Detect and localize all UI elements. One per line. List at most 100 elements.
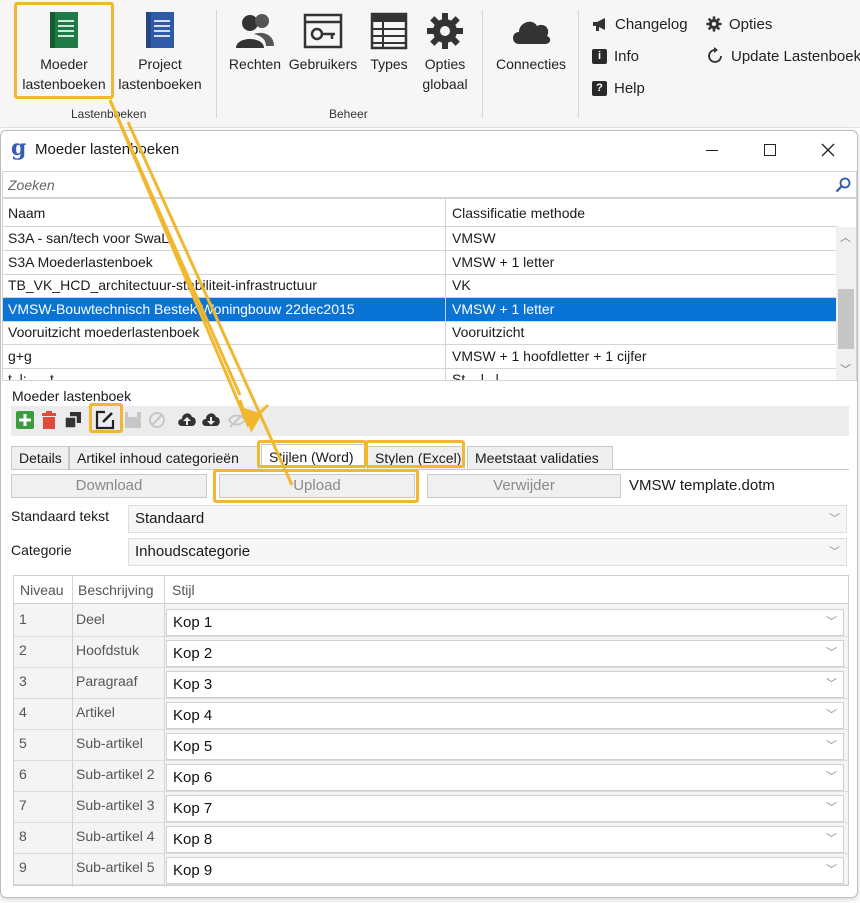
level-beschrijving: Sub-artikel 4: [76, 828, 155, 844]
tab-meetstaat-validaties[interactable]: Meetstaat validaties: [467, 446, 613, 470]
download-button[interactable]: Download: [11, 474, 207, 498]
level-beschrijving: Hoofdstuk: [76, 642, 140, 658]
cell-classificatie: VMSW + 1 letter: [452, 253, 555, 270]
level-stijl-select[interactable]: Kop 5 ﹀: [166, 733, 844, 760]
level-stijl-select[interactable]: Kop 3 ﹀: [166, 671, 844, 698]
highlight-upload-button: [213, 469, 419, 503]
level-niveau: 9: [19, 859, 27, 875]
level-niveau: 1: [19, 611, 27, 627]
table-row[interactable]: VMSW-Bouwtechnisch Bestek Woningbouw 22d…: [3, 297, 837, 322]
close-button[interactable]: [799, 131, 857, 169]
delete-icon[interactable]: [39, 410, 59, 430]
highlight-tab-stijlen-word: [257, 440, 367, 468]
level-stijl-value: Kop 1: [173, 614, 213, 631]
level-stijl-select[interactable]: Kop 9 ﹀: [166, 857, 844, 884]
level-row: 8 Sub-artikel 4 Kop 8 ﹀: [14, 823, 848, 854]
vertical-scrollbar[interactable]: ︿ ﹀: [836, 227, 856, 380]
chevron-down-icon: ﹀: [829, 513, 840, 525]
project-lastenboeken-button[interactable]: Project lastenboeken: [112, 10, 208, 94]
project-label-1: Project: [138, 56, 182, 72]
cell-naam: t .l: .....t: [8, 371, 54, 381]
chevron-down-icon: ﹀: [826, 678, 837, 690]
level-stijl-value: Kop 4: [173, 707, 213, 724]
opties-button[interactable]: Opties: [706, 13, 772, 35]
column-header-stijl[interactable]: Stijl: [172, 582, 195, 598]
level-stijl-select[interactable]: Kop 1 ﹀: [166, 609, 844, 636]
help-button[interactable]: ? Help: [592, 77, 645, 99]
categorie-label: Categorie: [11, 542, 72, 558]
level-niveau: 7: [19, 797, 27, 813]
level-row: 3 Paragraaf Kop 3 ﹀: [14, 668, 848, 699]
categorie-value: Inhoudscategorie: [135, 543, 251, 560]
table-icon: [370, 12, 408, 50]
level-beschrijving: Sub-artikel 3: [76, 797, 155, 813]
template-filename: VMSW template.dotm: [629, 477, 775, 494]
cell-naam: g+g: [8, 347, 32, 364]
standaard-tekst-select[interactable]: Standaard ﹀: [128, 505, 847, 533]
chevron-down-icon: ﹀: [826, 616, 837, 628]
rechten-button[interactable]: Rechten: [224, 12, 286, 74]
scroll-up-icon[interactable]: ︿: [840, 229, 851, 245]
maximize-button[interactable]: [741, 131, 799, 169]
level-niveau: 2: [19, 642, 27, 658]
highlight-tab-stylen-excel: [365, 440, 465, 468]
level-stijl-select[interactable]: Kop 4 ﹀: [166, 702, 844, 729]
table-row[interactable]: Vooruitzicht moederlastenboek Vooruitzich…: [3, 321, 837, 345]
column-header-beschrijving[interactable]: Beschrijving: [78, 582, 153, 598]
help-label: Help: [614, 79, 645, 97]
upload-cloud-icon[interactable]: [177, 410, 197, 430]
table-row[interactable]: TB_VK_HCD_architectuur-stabiliteit-infra…: [3, 274, 837, 298]
table-row[interactable]: t .l: .....t St....l...l: [3, 368, 837, 381]
hide-icon: [227, 410, 247, 430]
types-label: Types: [370, 56, 408, 72]
level-stijl-select[interactable]: Kop 8 ﹀: [166, 826, 844, 853]
refresh-icon: [708, 47, 722, 63]
info-button[interactable]: i Info: [592, 45, 639, 67]
column-header-niveau[interactable]: Niveau: [20, 582, 64, 598]
download-cloud-icon[interactable]: [201, 410, 221, 430]
column-header-naam[interactable]: Naam: [5, 202, 443, 225]
search-icon[interactable]: [835, 177, 851, 193]
standaard-tekst-label: Standaard tekst: [11, 508, 110, 524]
search-input[interactable]: Zoeken: [2, 171, 857, 198]
save-icon: [123, 410, 143, 430]
level-niveau: 3: [19, 673, 27, 689]
table-row[interactable]: S3A Moederlastenboek VMSW + 1 letter: [3, 251, 837, 275]
gebruikers-label: Gebruikers: [288, 56, 358, 72]
gear-small-icon: [706, 16, 722, 32]
changelog-button[interactable]: Changelog: [592, 13, 688, 35]
search-placeholder: Zoeken: [8, 177, 55, 193]
level-row: 4 Artikel Kop 4 ﹀: [14, 699, 848, 730]
level-stijl-select[interactable]: Kop 6 ﹀: [166, 764, 844, 791]
column-header-classificatie[interactable]: Classificatie methode: [449, 202, 837, 225]
level-row: 1 Deel Kop 1 ﹀: [14, 606, 848, 637]
categorie-select[interactable]: Inhoudscategorie ﹀: [128, 538, 847, 566]
title-bar: g Moeder lastenboeken: [1, 131, 857, 169]
types-button[interactable]: Types: [362, 12, 416, 74]
verwijder-button[interactable]: Verwijder: [427, 474, 621, 498]
tab-details[interactable]: Details: [11, 446, 69, 470]
copy-icon[interactable]: [63, 410, 83, 430]
tab-artikel-inhoud-categorieen[interactable]: Artikel inhoud categorieën: [69, 446, 259, 470]
cell-naam: TB_VK_HCD_architectuur-stabiliteit-infra…: [8, 277, 317, 293]
user-key-icon: [303, 13, 343, 49]
opties-globaal-button[interactable]: Opties globaal: [416, 12, 474, 94]
level-niveau: 5: [19, 735, 27, 751]
connecties-button[interactable]: Connecties: [490, 12, 572, 74]
level-stijl-select[interactable]: Kop 7 ﹀: [166, 795, 844, 822]
update-label: Update Lastenboek: [731, 47, 860, 65]
chevron-down-icon: ﹀: [826, 833, 837, 845]
update-lastenboek-button[interactable]: Update Lastenboek: [706, 45, 860, 67]
add-icon[interactable]: [15, 410, 35, 430]
minimize-button[interactable]: [683, 131, 741, 169]
table-row[interactable]: g+g VMSW + 1 hoofdletter + 1 cijfer: [3, 345, 837, 369]
level-stijl-value: Kop 2: [173, 645, 213, 662]
cell-naam: VMSW-Bouwtechnisch Bestek Woningbouw 22d…: [8, 300, 355, 317]
level-niveau: 6: [19, 766, 27, 782]
gebruikers-button[interactable]: Gebruikers: [286, 12, 360, 74]
level-stijl-select[interactable]: Kop 2 ﹀: [166, 640, 844, 667]
scroll-down-icon[interactable]: ﹀: [840, 361, 851, 377]
table-row[interactable]: S3A - san/tech voor SwaL VMSW: [3, 227, 837, 251]
group-label-beheer: Beheer: [329, 107, 368, 121]
scroll-thumb[interactable]: [838, 289, 854, 349]
